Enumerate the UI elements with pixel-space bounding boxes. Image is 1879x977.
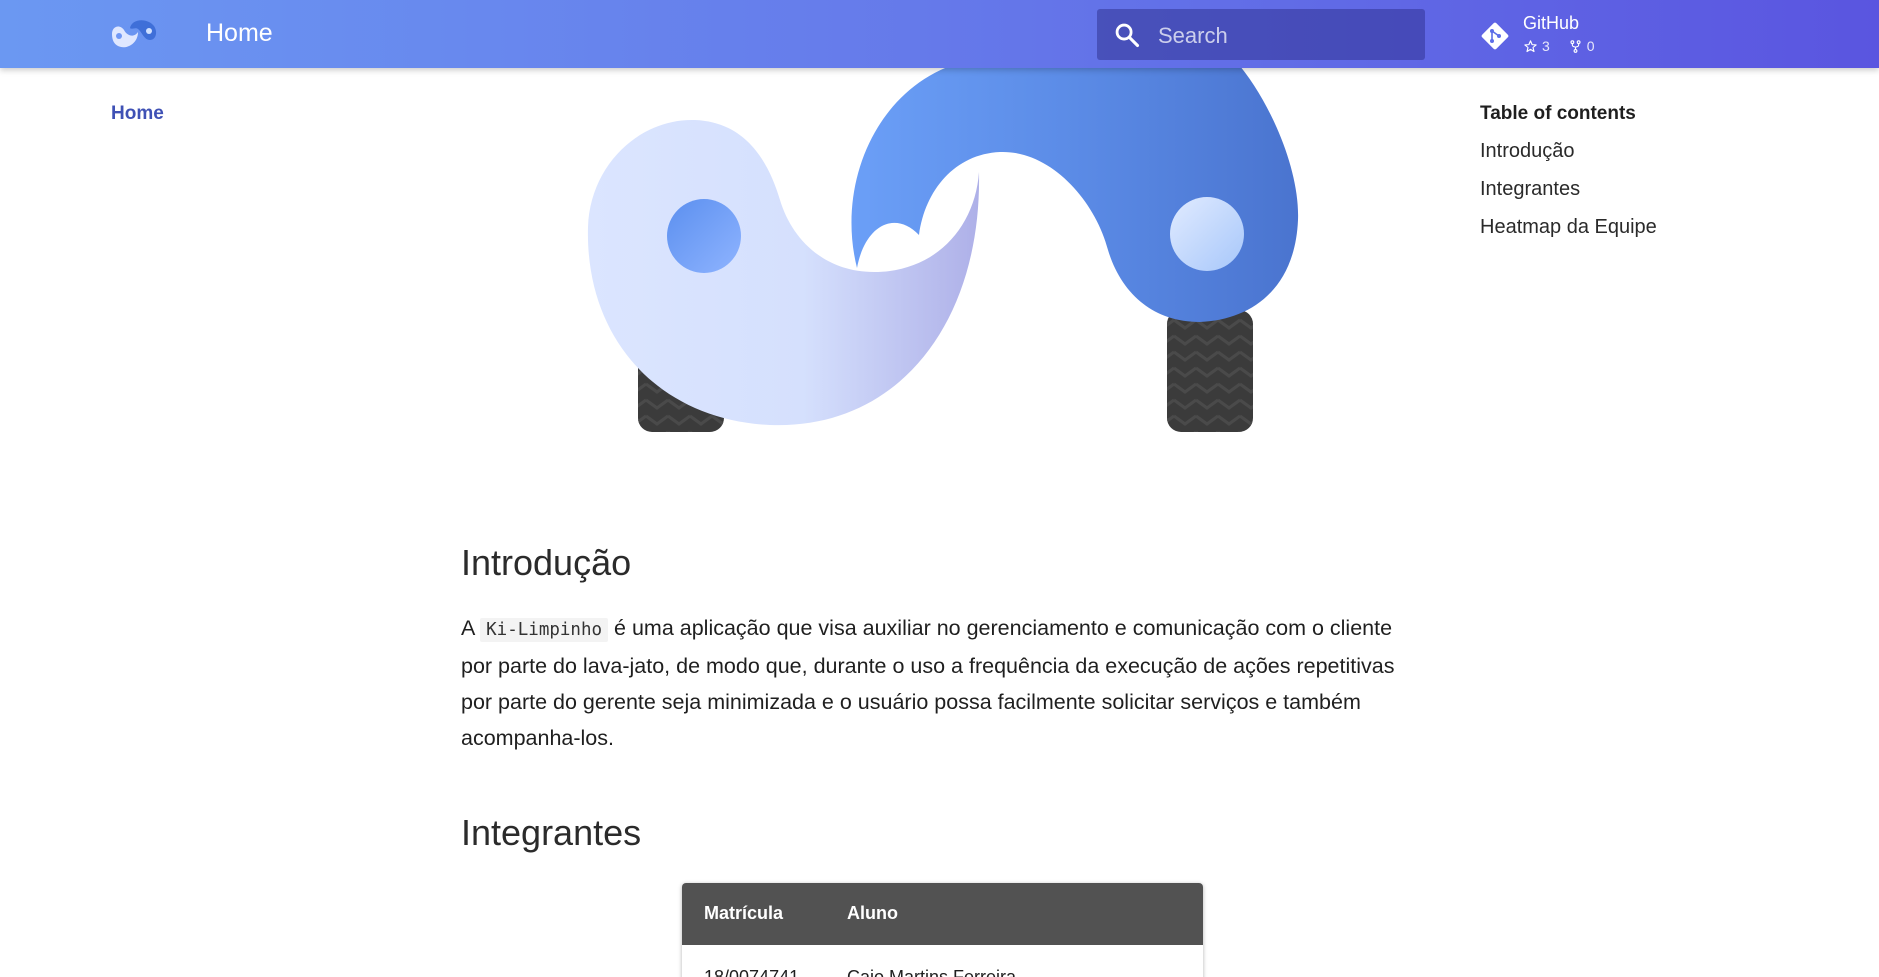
repo-name: GitHub	[1523, 13, 1580, 33]
star-icon	[1524, 39, 1537, 52]
page-title[interactable]: Home	[206, 19, 273, 48]
project-name-code: Ki-Limpinho	[480, 618, 609, 642]
intro-prefix: A	[461, 616, 475, 640]
members-heading: Integrantes	[461, 812, 642, 853]
cell-matricula: 18/0074741	[704, 967, 800, 977]
toc-item-integrantes[interactable]: Integrantes	[1480, 177, 1657, 215]
intro-paragraph: A Ki-Limpinho é uma aplicação que visa a…	[461, 610, 1411, 756]
star-count: 3	[1542, 38, 1550, 54]
hero-illustration	[587, 60, 1299, 432]
table-header: Matrícula Aluno	[682, 883, 1203, 945]
col-header-matricula[interactable]: Matrícula	[704, 903, 783, 924]
repo-link[interactable]: GitHub 3 0	[1479, 11, 1609, 59]
top-header: Home Search GitHub 3 0	[0, 0, 1879, 68]
toc-item-introducao[interactable]: Introdução	[1480, 139, 1657, 177]
table-of-contents: Table of contents Introdução Integrantes…	[1480, 103, 1657, 253]
col-header-aluno[interactable]: Aluno	[847, 903, 898, 924]
fork-icon	[1570, 39, 1581, 53]
repo-facts: 3 0	[1523, 38, 1595, 54]
search-icon	[1115, 23, 1140, 48]
table-row: 18/0074741 Caio Martins Ferreira	[682, 945, 1203, 977]
site-logo-icon[interactable]	[108, 16, 162, 52]
fork-count: 0	[1586, 38, 1595, 54]
search-box[interactable]: Search	[1097, 9, 1425, 60]
nav-item-home[interactable]: Home	[111, 103, 164, 125]
members-table: Matrícula Aluno 18/0074741 Caio Martins …	[682, 883, 1203, 977]
search-input[interactable]: Search	[1158, 23, 1228, 49]
git-icon	[1481, 22, 1509, 50]
toc-title: Table of contents	[1480, 103, 1636, 124]
cell-aluno: Caio Martins Ferreira	[847, 967, 1017, 977]
intro-heading: Introdução	[461, 542, 632, 583]
toc-item-heatmap[interactable]: Heatmap da Equipe	[1480, 215, 1657, 253]
